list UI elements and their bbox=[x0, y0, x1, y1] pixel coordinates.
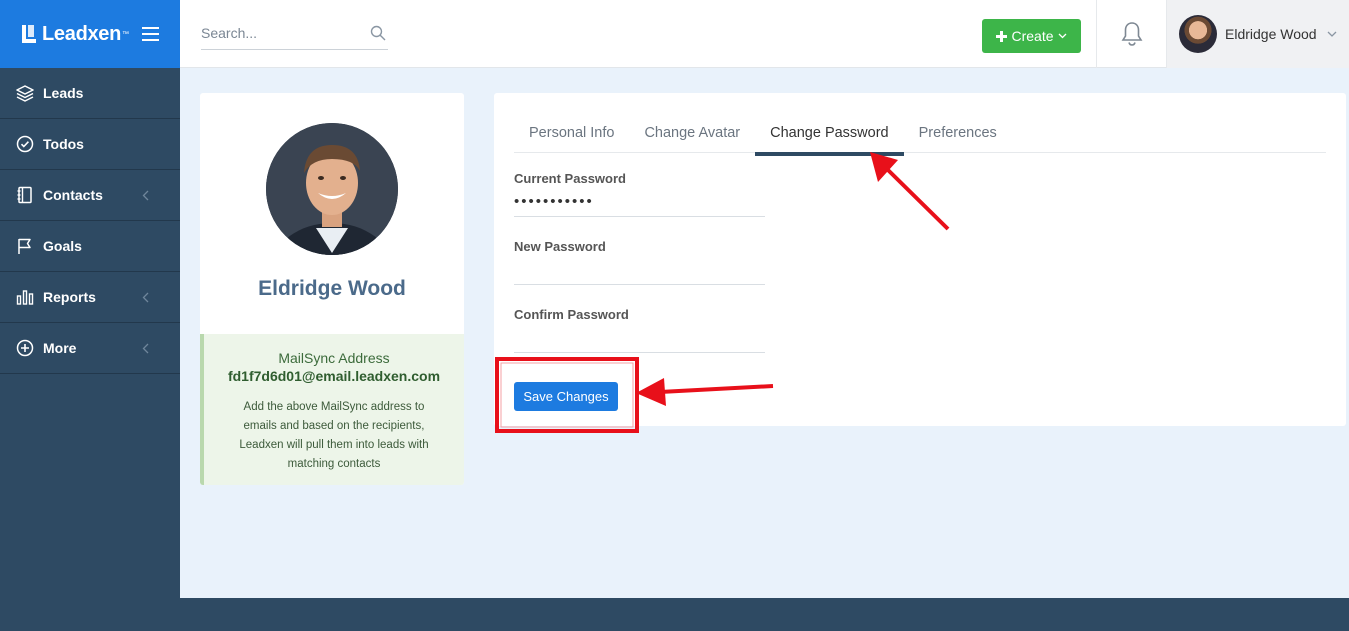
search-icon[interactable] bbox=[370, 25, 386, 41]
settings-tabs: Personal Info Change Avatar Change Passw… bbox=[514, 93, 1326, 156]
chevron-left-icon bbox=[142, 292, 149, 303]
sidebar-item-label: More bbox=[43, 340, 77, 356]
user-menu[interactable]: Eldridge Wood bbox=[1167, 0, 1349, 68]
sidebar-item-contacts[interactable]: Contacts bbox=[0, 170, 180, 221]
sidebar-item-label: Goals bbox=[43, 238, 82, 254]
new-password-label: New Password bbox=[514, 239, 606, 254]
chevron-left-icon bbox=[142, 190, 149, 201]
sidebar-item-label: Reports bbox=[43, 289, 96, 305]
mailsync-title: MailSync Address bbox=[278, 350, 390, 366]
contact-book-icon bbox=[17, 186, 32, 204]
avatar bbox=[1179, 15, 1217, 53]
leadxen-logo-icon bbox=[22, 25, 36, 43]
profile-name: Eldridge Wood bbox=[258, 277, 406, 300]
main-content: Eldridge Wood MailSync Address fd1f7d6d0… bbox=[180, 68, 1349, 598]
tab-change-password[interactable]: Change Password bbox=[755, 93, 904, 156]
sidebar-item-label: Todos bbox=[43, 136, 84, 152]
tab-preferences[interactable]: Preferences bbox=[904, 93, 1012, 153]
current-password-label: Current Password bbox=[514, 171, 626, 186]
sidebar: Leads Todos Contacts Goals Reports More bbox=[0, 68, 180, 631]
notifications-button[interactable] bbox=[1096, 0, 1167, 68]
mailsync-box: MailSync Address fd1f7d6d01@email.leadxe… bbox=[200, 334, 464, 485]
layers-icon bbox=[16, 85, 34, 102]
new-password-input[interactable] bbox=[514, 258, 765, 280]
sidebar-item-reports[interactable]: Reports bbox=[0, 272, 180, 323]
chevron-left-icon bbox=[142, 343, 149, 354]
plus-icon bbox=[996, 30, 1008, 42]
profile-card: Eldridge Wood MailSync Address fd1f7d6d0… bbox=[200, 93, 464, 485]
search-input[interactable] bbox=[201, 20, 361, 46]
plus-circle-icon bbox=[16, 339, 34, 357]
footer-strip bbox=[180, 598, 1349, 631]
top-bar: Create Eldridge Wood bbox=[180, 0, 1349, 68]
sidebar-item-goals[interactable]: Goals bbox=[0, 221, 180, 272]
confirm-password-label: Confirm Password bbox=[514, 307, 629, 322]
chevron-down-icon bbox=[1327, 31, 1337, 37]
user-name: Eldridge Wood bbox=[1225, 26, 1317, 42]
sidebar-item-todos[interactable]: Todos bbox=[0, 119, 180, 170]
hamburger-menu-icon[interactable] bbox=[142, 27, 159, 41]
mailsync-email: fd1f7d6d01@email.leadxen.com bbox=[227, 368, 441, 384]
current-password-input[interactable] bbox=[514, 190, 765, 212]
sidebar-item-label: Leads bbox=[43, 85, 84, 101]
confirm-password-field: Confirm Password bbox=[514, 307, 765, 353]
profile-avatar bbox=[266, 123, 398, 255]
sidebar-item-more[interactable]: More bbox=[0, 323, 180, 374]
check-circle-icon bbox=[16, 135, 34, 153]
current-password-field: Current Password bbox=[514, 171, 765, 217]
confirm-password-input[interactable] bbox=[514, 326, 765, 348]
search-box bbox=[201, 20, 388, 50]
brand-name: Leadxen bbox=[42, 22, 122, 45]
bar-chart-icon bbox=[16, 290, 34, 305]
bell-icon bbox=[1121, 22, 1142, 46]
sidebar-item-label: Contacts bbox=[43, 187, 103, 203]
save-changes-button[interactable]: Save Changes bbox=[514, 382, 618, 411]
settings-card: Personal Info Change Avatar Change Passw… bbox=[494, 93, 1346, 426]
chevron-down-icon bbox=[1058, 33, 1066, 39]
brand-logo[interactable]: Leadxen ™ bbox=[0, 0, 180, 68]
profile-photo bbox=[266, 123, 398, 255]
create-label: Create bbox=[1011, 28, 1054, 44]
sidebar-item-leads[interactable]: Leads bbox=[0, 68, 180, 119]
create-button[interactable]: Create bbox=[982, 19, 1081, 53]
flag-icon bbox=[18, 238, 31, 254]
new-password-field: New Password bbox=[514, 239, 765, 285]
mailsync-description: Add the above MailSync address to emails… bbox=[239, 401, 429, 470]
tab-personal-info[interactable]: Personal Info bbox=[514, 93, 629, 153]
tab-change-avatar[interactable]: Change Avatar bbox=[629, 93, 755, 153]
brand-trademark: ™ bbox=[122, 30, 130, 38]
